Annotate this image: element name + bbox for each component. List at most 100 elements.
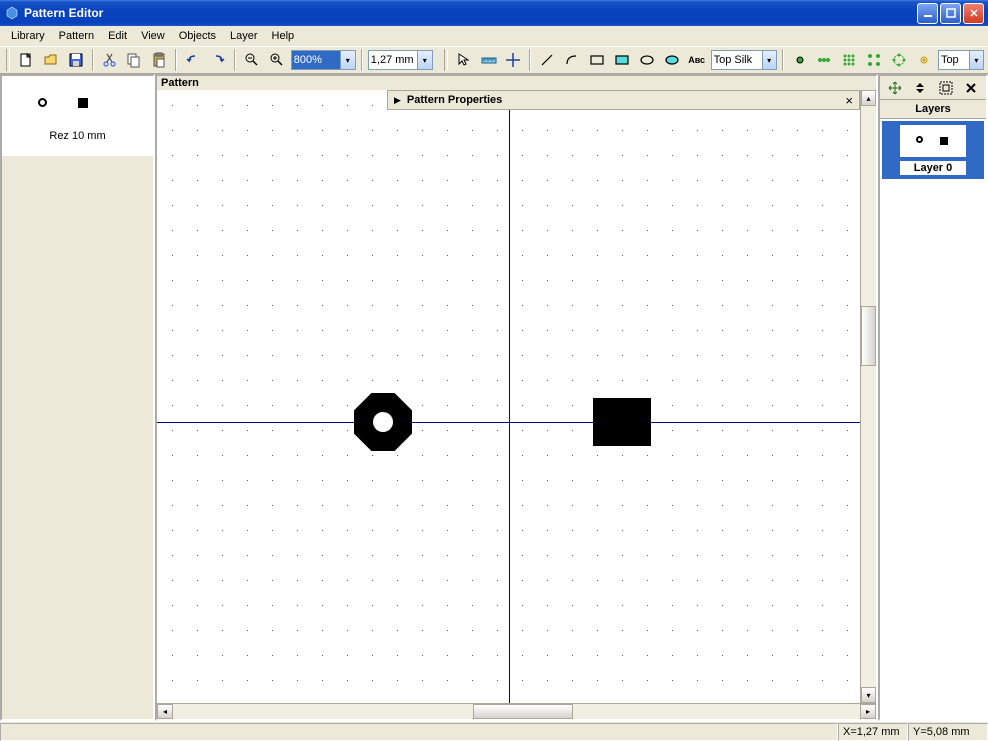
menu-edit[interactable]: Edit (101, 28, 134, 44)
filled-rect-tool[interactable] (611, 49, 633, 71)
toolbar-separator (92, 49, 94, 71)
pad-row-tool[interactable] (813, 49, 835, 71)
measure-tool[interactable] (478, 49, 500, 71)
side-combo-input[interactable] (939, 51, 969, 69)
move-layer-button[interactable] (885, 78, 905, 98)
titlebar: Pattern Editor (0, 0, 988, 26)
close-properties-button[interactable]: × (845, 93, 853, 108)
preview-pad-round-icon (916, 136, 923, 143)
filled-ellipse-tool[interactable] (661, 49, 683, 71)
origin-horizontal-icon (157, 422, 860, 423)
scroll-thumb[interactable] (473, 704, 573, 719)
pad-single-tool[interactable] (789, 49, 811, 71)
close-button[interactable] (963, 3, 984, 24)
toolbar-separator (361, 49, 363, 71)
layer-item[interactable]: Layer 0 (882, 121, 984, 179)
arc-tool[interactable] (561, 49, 583, 71)
zoom-input[interactable] (292, 51, 340, 69)
paste-button[interactable] (148, 49, 170, 71)
layer-up-button[interactable] (910, 78, 930, 98)
expand-arrow-icon[interactable]: ▶ (394, 95, 401, 106)
rect-tool[interactable] (586, 49, 608, 71)
canvas[interactable]: ▶ Pattern Properties × (157, 90, 860, 703)
maximize-button[interactable] (940, 3, 961, 24)
layers-header: Layers (880, 100, 986, 119)
origin-vertical-icon (509, 90, 510, 703)
preview-panel: Rez 10 mm (0, 74, 155, 721)
dropdown-arrow-icon[interactable]: ▾ (340, 51, 355, 69)
copy-button[interactable] (123, 49, 145, 71)
menu-pattern[interactable]: Pattern (52, 28, 101, 44)
pad-octagon[interactable] (354, 393, 412, 451)
undo-button[interactable] (182, 49, 204, 71)
menu-help[interactable]: Help (265, 28, 302, 44)
zoom-out-button[interactable] (241, 49, 263, 71)
preview-pad-square-icon (940, 137, 948, 145)
toolbar-separator (234, 49, 236, 71)
layers-panel: Layers Layer 0 (878, 74, 988, 721)
redo-button[interactable] (207, 49, 229, 71)
pad-matrix-tool[interactable] (838, 49, 860, 71)
pad-square-tool[interactable] (863, 49, 885, 71)
scroll-left-button[interactable]: ◂ (157, 704, 173, 719)
layer-preview (900, 125, 966, 157)
canvas-panel: Pattern ▶ Pattern Properties × ▴ ▾ (155, 74, 878, 721)
scroll-track[interactable] (861, 106, 876, 687)
open-button[interactable] (40, 49, 62, 71)
menu-layer[interactable]: Layer (223, 28, 265, 44)
new-button[interactable] (15, 49, 37, 71)
horizontal-scrollbar[interactable]: ◂ ▸ (157, 703, 876, 719)
scroll-thumb[interactable] (861, 306, 876, 366)
menu-view[interactable]: View (134, 28, 172, 44)
delete-layer-button[interactable] (961, 78, 981, 98)
toolbar-grip[interactable] (444, 49, 448, 71)
layer-combo[interactable]: ▾ (711, 50, 777, 70)
text-tool[interactable]: Aвс (686, 49, 708, 71)
main-area: Rez 10 mm Pattern ▶ Pattern Properties ×… (0, 74, 988, 721)
save-button[interactable] (65, 49, 87, 71)
app-icon (4, 5, 20, 21)
zoom-combo[interactable]: ▾ (291, 50, 356, 70)
thumbnail-label: Rez 10 mm (2, 130, 153, 142)
status-x: X=1,27 mm (838, 723, 908, 741)
window-title: Pattern Editor (24, 6, 917, 20)
menu-library[interactable]: Library (4, 28, 52, 44)
group-button[interactable] (936, 78, 956, 98)
layer-combo-input[interactable] (712, 51, 762, 69)
pattern-properties-bar[interactable]: ▶ Pattern Properties × (387, 90, 860, 110)
statusbar: X=1,27 mm Y=5,08 mm (0, 721, 988, 741)
toolbar: ▾ ▾ Aвс ▾ ▾ (0, 46, 988, 74)
dropdown-arrow-icon[interactable]: ▾ (417, 51, 432, 69)
status-message (0, 723, 838, 741)
pad-poly-tool[interactable] (913, 49, 935, 71)
toolbar-separator (529, 49, 531, 71)
canvas-section-label: Pattern (157, 76, 876, 90)
grid-combo[interactable]: ▾ (368, 50, 433, 70)
scroll-down-button[interactable]: ▾ (861, 687, 876, 703)
origin-tool[interactable] (502, 49, 524, 71)
layers-list: Layer 0 (880, 119, 986, 719)
pad-circle-tool[interactable] (888, 49, 910, 71)
scroll-right-button[interactable]: ▸ (860, 704, 876, 719)
scroll-track[interactable] (173, 704, 860, 719)
cut-button[interactable] (99, 49, 121, 71)
select-tool[interactable] (453, 49, 475, 71)
vertical-scrollbar[interactable]: ▴ ▾ (860, 90, 876, 703)
toolbar-grip[interactable] (6, 49, 10, 71)
zoom-in-button[interactable] (266, 49, 288, 71)
layer-tools (880, 76, 986, 100)
properties-title: Pattern Properties (407, 94, 839, 106)
line-tool[interactable] (536, 49, 558, 71)
minimize-button[interactable] (917, 3, 938, 24)
menu-objects[interactable]: Objects (172, 28, 223, 44)
scroll-up-button[interactable]: ▴ (861, 90, 876, 106)
dropdown-arrow-icon[interactable]: ▾ (762, 51, 776, 69)
ellipse-tool[interactable] (636, 49, 658, 71)
layer-name: Layer 0 (900, 161, 966, 175)
thumbnail-pad-square-icon (78, 98, 88, 108)
grid-input[interactable] (369, 51, 417, 69)
pattern-thumbnail[interactable]: Rez 10 mm (2, 76, 153, 156)
side-combo[interactable]: ▾ (938, 50, 984, 70)
pad-rectangle[interactable] (593, 398, 651, 446)
dropdown-arrow-icon[interactable]: ▾ (969, 51, 983, 69)
